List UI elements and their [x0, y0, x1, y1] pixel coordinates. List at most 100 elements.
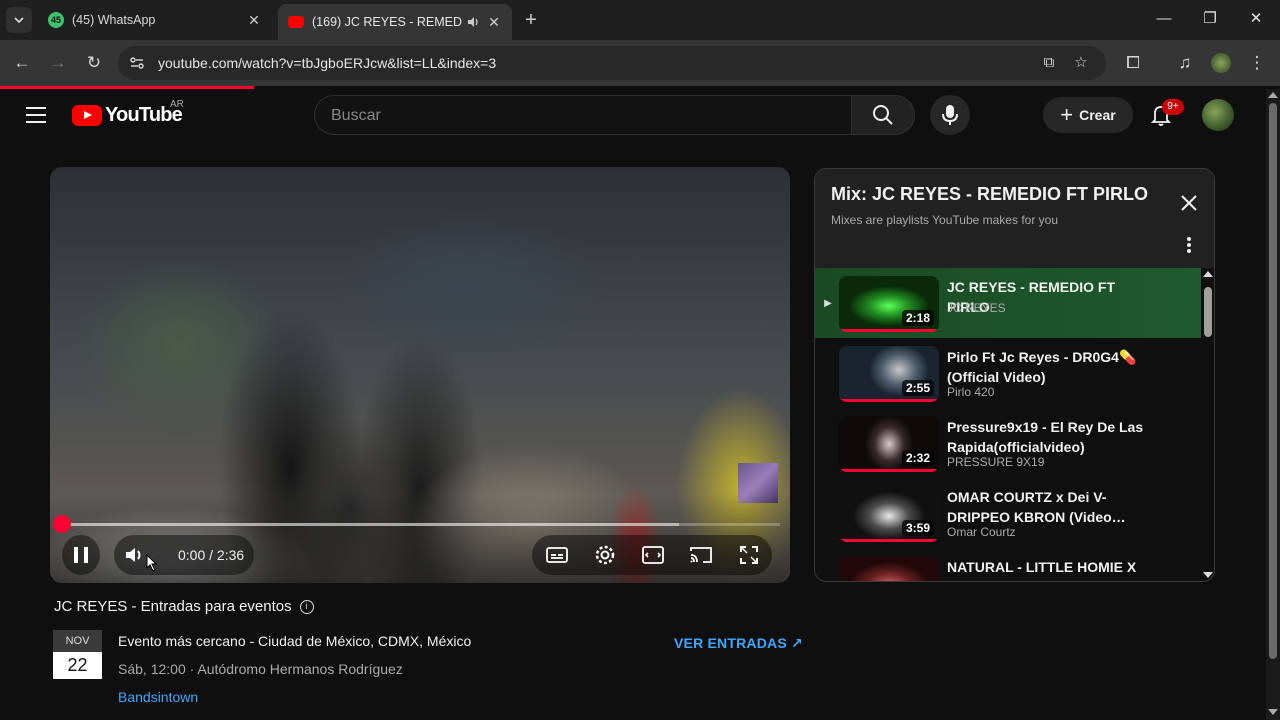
playlist-title[interactable]: Mix: JC REYES - REMEDIO FT PIRLO	[831, 184, 1148, 205]
video-channel[interactable]: Omar Courtz	[947, 525, 1016, 539]
playlist-scrollbar[interactable]	[1201, 268, 1214, 581]
country-code: AR	[170, 99, 184, 110]
media-control-icon[interactable]: ♫	[1174, 52, 1196, 74]
buffered-bar	[62, 523, 680, 526]
view-tickets-link[interactable]: VER ENTRADAS ↗	[674, 635, 803, 652]
cast-button[interactable]	[683, 537, 719, 573]
restore-icon[interactable]: ❐	[1199, 8, 1221, 30]
info-icon[interactable]: i	[299, 599, 314, 614]
video-channel[interactable]: Pirlo 420	[947, 385, 994, 399]
close-window-icon[interactable]: ✕	[1245, 8, 1267, 30]
time-display: 0:00 / 2:36	[178, 547, 245, 563]
playlist-item[interactable]: NATURAL - LITTLE HOMIE X HUAN62 (Video o…	[815, 548, 1201, 581]
site-settings-icon[interactable]	[128, 54, 146, 72]
event-day: 22	[53, 652, 102, 679]
video-thumbnail[interactable]	[839, 556, 939, 581]
url-text[interactable]: youtube.com/watch?v=tbJgboERJcw&list=LL&…	[158, 55, 496, 71]
video-thumbnail[interactable]: 2:32	[839, 416, 939, 472]
page-scrollbar-thumb[interactable]	[1269, 103, 1277, 659]
settings-button[interactable]	[587, 537, 623, 573]
guide-menu-icon[interactable]	[26, 107, 46, 123]
playlist-item[interactable]: 2:55 Pirlo Ft Jc Reyes - DR0G4💊 (Officia…	[815, 338, 1201, 408]
watched-bar	[839, 329, 939, 332]
playlist-item[interactable]: ▶ 2:18 JC REYES - REMEDIO FT PIRLO JC RE…	[815, 268, 1201, 338]
bookmark-star-icon[interactable]: ☆	[1072, 54, 1090, 72]
install-app-icon[interactable]: ⧉	[1040, 54, 1058, 72]
tab-search-button[interactable]	[6, 7, 32, 33]
tab-title: (169) JC REYES - REMEDIO FT PIRLO	[312, 15, 462, 29]
scroll-down-icon[interactable]	[1203, 572, 1213, 578]
miniplayer-button[interactable]	[635, 537, 671, 573]
search-placeholder: Buscar	[331, 107, 381, 124]
video-duration: 2:55	[901, 380, 934, 396]
search-button[interactable]	[851, 95, 915, 135]
forward-icon[interactable]: →	[47, 52, 69, 74]
tickets-heading: JC REYES - Entradas para eventos i	[54, 598, 314, 615]
now-playing-icon: ▶	[824, 298, 832, 309]
video-duration: 2:18	[901, 310, 934, 326]
video-thumbnail[interactable]: 2:55	[839, 346, 939, 402]
cast-icon	[690, 547, 712, 563]
address-toolbar: ← → ↻ youtube.com/watch?v=tbJgboERJcw&li…	[0, 40, 1280, 86]
fullscreen-icon	[740, 546, 758, 564]
progress-bar[interactable]	[62, 523, 780, 526]
watched-bar	[839, 399, 939, 402]
youtube-logo[interactable]: YouTube	[72, 104, 183, 127]
external-arrow-icon: ↗	[790, 635, 803, 651]
new-tab-button[interactable]: +	[520, 9, 542, 31]
search-input[interactable]: Buscar	[314, 95, 852, 135]
browser-menu-icon[interactable]: ⋮	[1246, 52, 1268, 74]
scroll-up-icon[interactable]	[1268, 92, 1278, 98]
playlist-item[interactable]: 3:59 OMAR COURTZ x Dei V- DRIPPEO KBRON …	[815, 478, 1201, 548]
playlist-scrollbar-thumb[interactable]	[1204, 287, 1212, 337]
scroll-down-icon[interactable]	[1268, 709, 1278, 715]
youtube-masthead: YouTube AR Buscar + Crear 9+	[0, 89, 1264, 145]
fullscreen-button[interactable]	[731, 537, 767, 573]
video-thumbnail[interactable]: 3:59	[839, 486, 939, 542]
tab-close-icon[interactable]: ✕	[246, 12, 262, 29]
profile-icon[interactable]	[1210, 52, 1232, 74]
close-icon[interactable]	[1179, 193, 1199, 213]
tab-youtube[interactable]: (169) JC REYES - REMEDIO FT PIRLO ✕	[278, 4, 512, 40]
create-button[interactable]: + Crear	[1043, 97, 1133, 133]
whatsapp-favicon-icon: 45	[48, 12, 64, 28]
playlist-subtitle: Mixes are playlists YouTube makes for yo…	[831, 213, 1058, 227]
microphone-icon	[942, 105, 958, 125]
video-channel[interactable]: JC REYES	[947, 301, 1006, 315]
extensions-icon[interactable]: ⧠	[1122, 52, 1144, 74]
notifications-badge: 9+	[1162, 99, 1184, 115]
scroll-up-icon[interactable]	[1203, 271, 1213, 277]
tab-close-icon[interactable]: ✕	[486, 14, 502, 31]
scrubber-handle[interactable]	[53, 515, 71, 533]
video-title[interactable]: Pressure9x19 - El Rey De Las Rapida(offi…	[947, 417, 1147, 457]
audio-playing-icon[interactable]	[466, 15, 480, 29]
tab-whatsapp[interactable]: 45 (45) WhatsApp ✕	[38, 4, 272, 36]
video-thumbnail[interactable]: 2:18	[839, 276, 939, 332]
event-source-link[interactable]: Bandsintown	[118, 689, 198, 705]
view-tickets-label: VER ENTRADAS	[674, 635, 787, 651]
volume-icon[interactable]	[122, 543, 146, 567]
reload-icon[interactable]: ↻	[83, 52, 105, 74]
minimize-icon[interactable]: —	[1153, 8, 1175, 30]
page-scrollbar[interactable]	[1266, 89, 1280, 720]
subtitles-icon	[546, 547, 568, 563]
miniplayer-icon	[642, 546, 664, 564]
more-options-icon[interactable]	[1183, 237, 1195, 257]
video-title[interactable]: OMAR COURTZ x Dei V- DRIPPEO KBRON (Vide…	[947, 487, 1147, 527]
youtube-play-icon	[72, 105, 102, 126]
event-location: Evento más cercano - Ciudad de México, C…	[118, 633, 472, 649]
voice-search-button[interactable]	[930, 95, 970, 135]
subtitles-button[interactable]	[539, 537, 575, 573]
event-date: NOV 22	[53, 630, 102, 679]
omnibox[interactable]: youtube.com/watch?v=tbJgboERJcw&list=LL&…	[118, 46, 1106, 80]
watched-bar	[839, 539, 939, 542]
back-icon[interactable]: ←	[11, 52, 33, 74]
browser-tab-bar: 45 (45) WhatsApp ✕ (169) JC REYES - REME…	[0, 0, 1280, 40]
video-player[interactable]: 0:00 / 2:36	[50, 167, 790, 583]
play-pause-button[interactable]	[62, 535, 100, 575]
video-title[interactable]: NATURAL - LITTLE HOMIE X HUAN62 (Video o…	[947, 557, 1147, 581]
video-channel[interactable]: PRESSURE 9X19	[947, 455, 1044, 469]
video-title[interactable]: Pirlo Ft Jc Reyes - DR0G4💊 (Official Vid…	[947, 347, 1147, 387]
avatar[interactable]	[1202, 99, 1234, 131]
playlist-item[interactable]: 2:32 Pressure9x19 - El Rey De Las Rapida…	[815, 408, 1201, 478]
